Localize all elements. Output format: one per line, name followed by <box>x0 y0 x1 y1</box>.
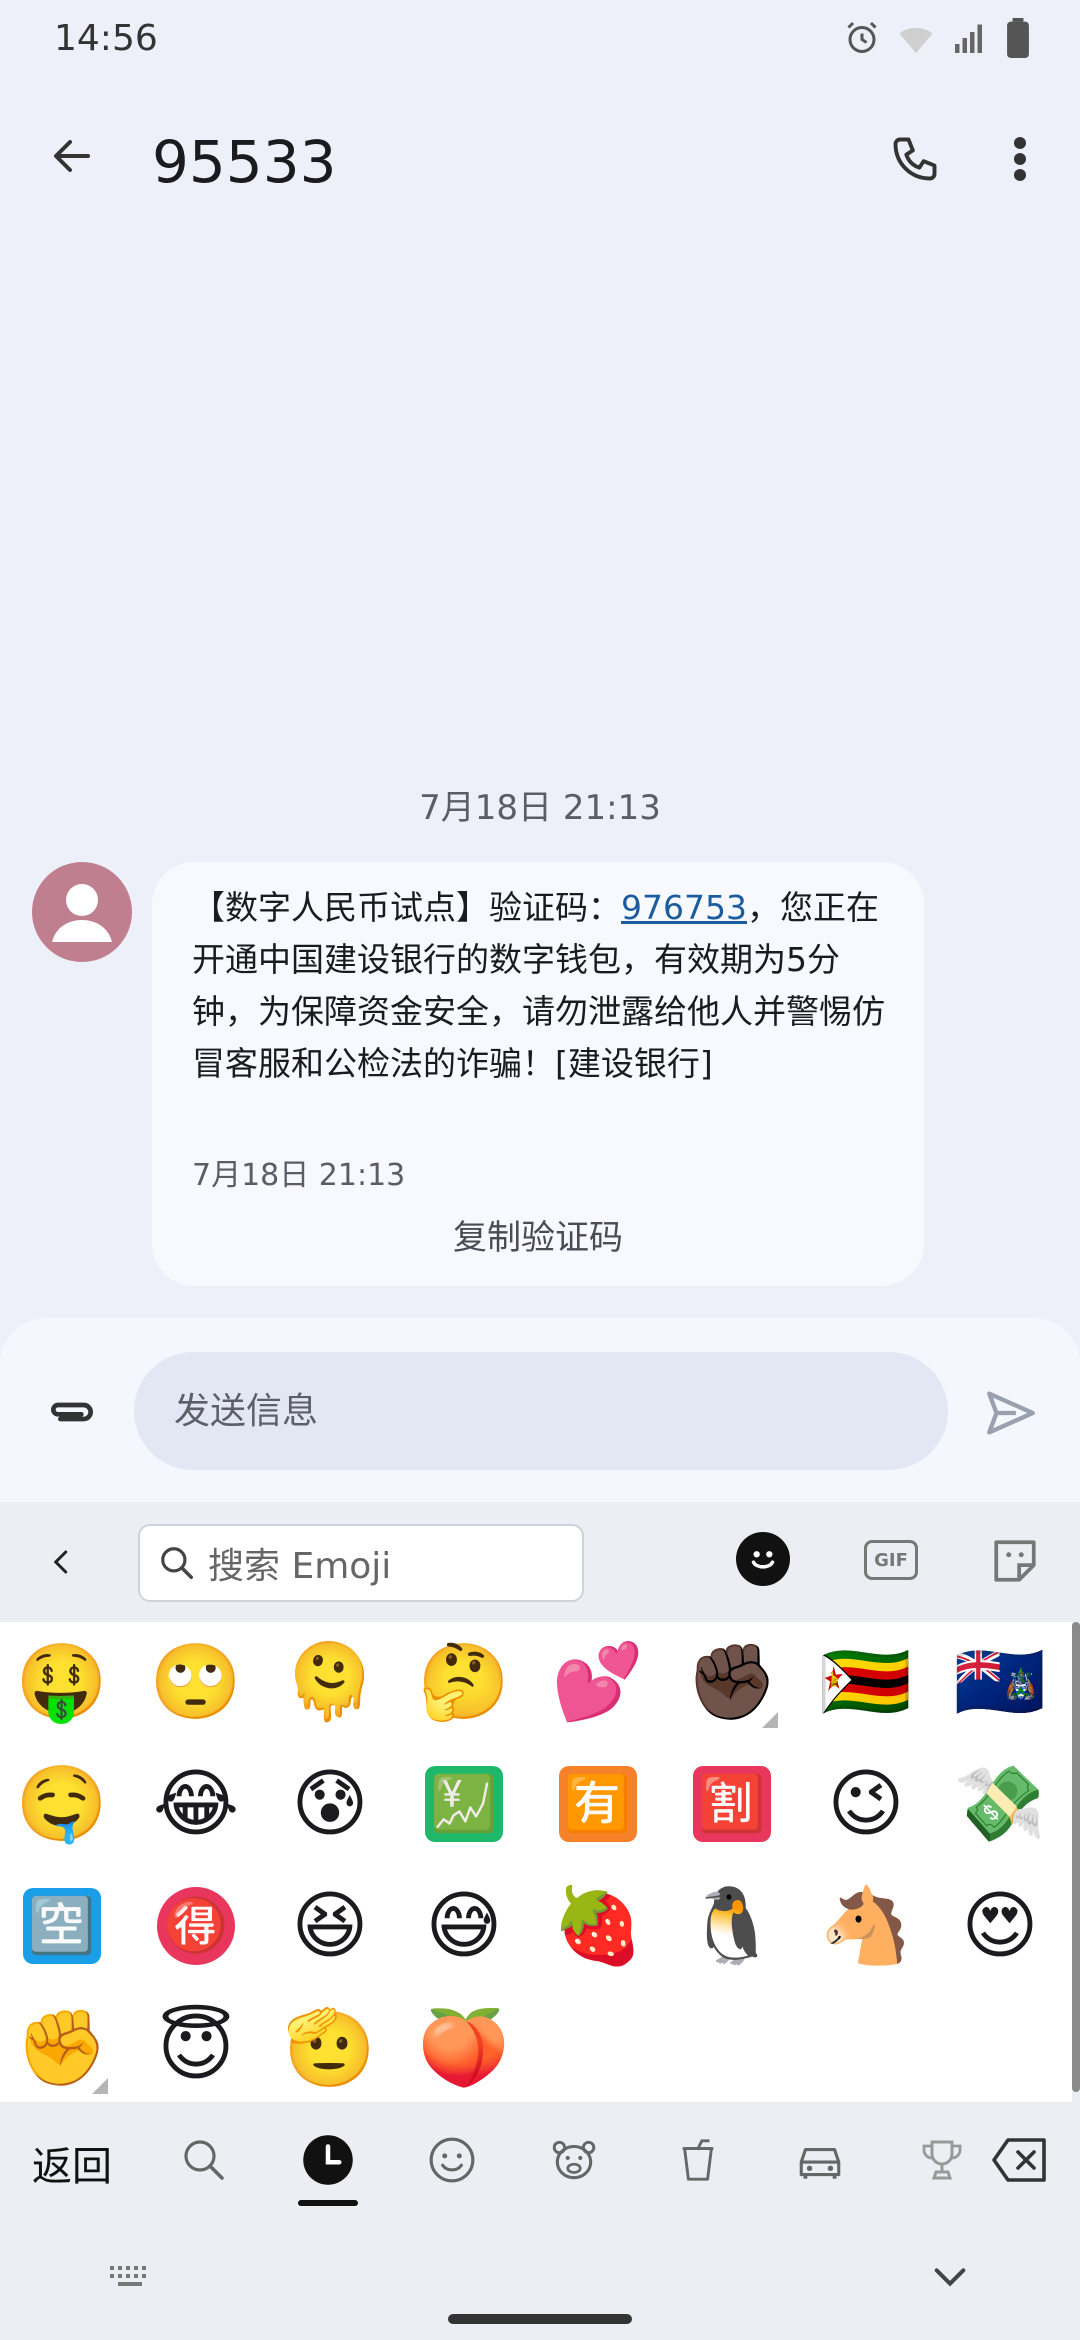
verification-code-link[interactable]: 976753 <box>621 888 747 927</box>
send-icon <box>987 1391 1035 1435</box>
emoji-search-box[interactable]: 搜索 Emoji <box>138 1524 584 1602</box>
cup-icon <box>682 2139 714 2181</box>
emoji-money-wings[interactable]: 💸 <box>940 1744 1060 1864</box>
emoji-tab[interactable] <box>736 1532 790 1586</box>
home-indicator[interactable] <box>448 2314 632 2324</box>
sticker-tab[interactable] <box>990 1536 1040 1586</box>
call-button[interactable] <box>880 124 950 194</box>
emoji-salute[interactable]: 🫡 <box>270 1988 390 2108</box>
sticker-icon <box>994 1540 1036 1582</box>
backspace-button[interactable] <box>990 2130 1050 2190</box>
trophy-icon <box>922 2140 962 2180</box>
emoji-laughing[interactable]: 😆 <box>270 1866 390 1986</box>
message-input[interactable] <box>134 1352 948 1470</box>
smiley-icon <box>751 1551 775 1569</box>
emoji-wari-glyph: 🈹 <box>693 1766 771 1842</box>
emoji-anxious-sweat[interactable]: 😰 <box>270 1744 390 1864</box>
wifi-icon <box>899 27 933 53</box>
battery-icon <box>1007 18 1029 58</box>
contact-title: 95533 <box>152 128 337 196</box>
emoji-raised-fist-glyph: ✊🏿 <box>685 1639 779 1725</box>
search-icon <box>161 1547 193 1579</box>
message-text-before-code: 【数字人民币试点】验证码： <box>192 888 621 927</box>
switch-keyboard-button[interactable] <box>108 2262 152 2296</box>
emoji-fist-glyph: ✊ <box>15 2005 109 2091</box>
back-button[interactable] <box>40 124 104 188</box>
category-search[interactable] <box>174 2130 234 2190</box>
emoji-de[interactable]: 🉐 <box>136 1866 256 1986</box>
backspace-icon <box>992 2138 1046 2182</box>
emoji-money-mouth[interactable]: 🤑 <box>2 1622 122 1742</box>
emoji-melting-face[interactable]: 🫠 <box>270 1622 390 1742</box>
attachment-icon <box>51 1402 93 1422</box>
chevron-left-icon <box>53 1550 68 1574</box>
copy-code-button[interactable]: 复制验证码 <box>152 1210 924 1259</box>
message-time: 7月18日 21:13 <box>192 1158 406 1193</box>
person-icon <box>52 884 112 942</box>
status-icons <box>844 18 1030 58</box>
emoji-two-hearts[interactable]: 💕 <box>538 1622 658 1742</box>
category-food[interactable] <box>668 2130 728 2190</box>
emoji-de-glyph: 🉐 <box>157 1887 235 1965</box>
status-time: 14:56 <box>54 18 158 59</box>
emoji-chart-yen[interactable]: 💹 <box>404 1744 524 1864</box>
emoji-rolling-eyes[interactable]: 🙄 <box>136 1622 256 1742</box>
category-travel[interactable] <box>790 2130 850 2190</box>
emoji-thinking[interactable]: 🤔 <box>404 1622 524 1742</box>
emoji-fist[interactable]: ✊ <box>2 1988 122 2108</box>
keyboard-back-button[interactable] <box>40 1540 84 1584</box>
arrow-left-icon <box>54 140 90 172</box>
category-smileys[interactable] <box>422 2130 482 2190</box>
keyboard-icon <box>110 2266 146 2286</box>
emoji-drooling[interactable]: 🤤 <box>2 1744 122 1864</box>
emoji-tears-of-joy[interactable]: 😂 <box>136 1744 256 1864</box>
alarm-icon <box>847 21 877 53</box>
emoji-peach[interactable]: 🍑 <box>404 1988 524 2108</box>
attach-button[interactable] <box>40 1380 104 1444</box>
keyboard-return-button[interactable]: 返回 <box>32 2134 112 2192</box>
emoji-wari[interactable]: 🈹 <box>672 1744 792 1864</box>
chevron-down-icon <box>934 2268 966 2287</box>
smiley-outline-icon <box>429 2137 475 2183</box>
search-icon <box>184 2140 224 2180</box>
category-active-indicator <box>298 2200 358 2206</box>
emoji-halo[interactable]: 😇 <box>136 1988 256 2108</box>
skin-tone-variant-marker <box>92 2078 108 2094</box>
emoji-flag-zimbabwe[interactable]: 🇿🇼 <box>806 1622 926 1742</box>
skin-tone-variant-marker <box>762 1712 778 1728</box>
clock-icon <box>303 2135 353 2185</box>
emoji-wink[interactable]: 😉 <box>806 1744 926 1864</box>
emoji-grin-sweat[interactable]: 😅 <box>404 1866 524 1986</box>
emoji-kong-glyph: 🈳 <box>23 1888 101 1964</box>
more-options-button[interactable] <box>990 124 1050 194</box>
emoji-horse-face[interactable]: 🐴 <box>806 1866 926 1986</box>
emoji-raised-fist[interactable]: ✊🏿 <box>672 1622 792 1742</box>
phone-icon <box>893 137 937 181</box>
emoji-search-placeholder: 搜索 Emoji <box>208 1546 392 1587</box>
sender-avatar[interactable] <box>32 862 132 962</box>
send-button[interactable] <box>978 1380 1044 1446</box>
emoji-strawberry[interactable]: 🍓 <box>538 1866 658 1986</box>
emoji-kong[interactable]: 🈳 <box>2 1866 122 1986</box>
gif-tab[interactable]: GIF <box>864 1540 918 1580</box>
hide-keyboard-button[interactable] <box>930 2262 970 2296</box>
date-separator: 7月18日 21:13 <box>419 788 661 828</box>
emoji-grid-scrollbar[interactable] <box>1072 1622 1080 2092</box>
bear-icon <box>552 2140 596 2180</box>
car-icon <box>799 2148 841 2179</box>
category-animals[interactable] <box>544 2130 604 2190</box>
emoji-you[interactable]: 🈶 <box>538 1744 658 1864</box>
emoji-chart-yen-glyph: 💹 <box>425 1766 503 1842</box>
message-text: 【数字人民币试点】验证码：976753，您正在开通中国建设银行的数字钱包，有效期… <box>192 882 902 1090</box>
emoji-heart-eyes[interactable]: 😍 <box>940 1866 1060 1986</box>
emoji-penguin[interactable]: 🐧 <box>672 1866 792 1986</box>
emoji-you-glyph: 🈶 <box>559 1766 637 1842</box>
more-vert-icon <box>1014 137 1026 181</box>
category-recent[interactable] <box>298 2130 358 2190</box>
category-activities[interactable] <box>912 2130 972 2190</box>
signal-icon <box>955 24 982 53</box>
emoji-flag-ascension[interactable]: 🇦🇨 <box>940 1622 1060 1742</box>
